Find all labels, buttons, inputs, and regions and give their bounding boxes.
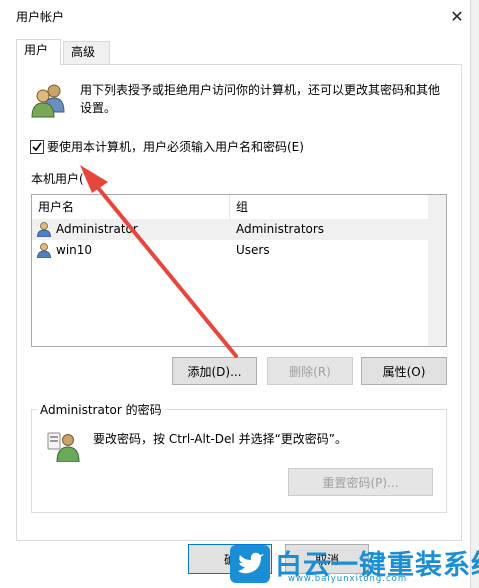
properties-button[interactable]: 属性(O) [361,357,447,385]
users-table[interactable]: 用户名 组 Administrator Administrators win10… [31,194,447,347]
twitter-bird-icon [230,545,270,583]
users-icon [30,82,68,118]
table-scrollbar[interactable] [428,195,446,346]
intro-text: 用下列表授予或拒绝用户访问你的计算机，还可以更改其密码和其他设置。 [80,83,441,115]
user-icon [36,242,52,259]
tab-users[interactable]: 用户 [16,39,61,65]
column-header-username[interactable]: 用户名 [32,195,230,219]
user-icon [36,221,52,238]
password-groupbox [31,409,447,513]
require-login-label[interactable]: 要使用本计算机，用户必须输入用户名和密码(E) [47,138,304,155]
tab-advanced[interactable]: 高级 [63,41,110,64]
title-bar [0,0,479,31]
checkmark-icon [32,142,42,152]
reset-password-button[interactable]: 重置密码(P)... [288,468,433,496]
user-group-cell: Users [236,243,270,257]
user-key-icon [46,430,80,463]
table-row[interactable]: win10 Users [32,240,428,261]
user-name-cell: Administrator [56,222,138,236]
close-icon: ✕ [450,6,464,26]
background-window-edge [470,0,479,588]
remove-button[interactable]: 删除(R) [267,357,353,385]
window-title: 用户帐户 [16,10,65,24]
require-login-checkbox[interactable] [30,140,44,154]
add-button[interactable]: 添加(D)... [172,357,257,385]
table-row[interactable]: Administrator Administrators [32,219,428,240]
password-instructions: 要改密码，按 Ctrl-Alt-Del 并选择“更改密码”。 [93,432,348,446]
local-users-label: 本机用户( [31,172,84,186]
watermark: 白云一键重装系统 www.baiyunxitong.com [230,543,479,585]
watermark-url: www.baiyunxitong.com [288,574,408,584]
column-header-group[interactable]: 组 [230,195,428,219]
password-group-title: Administrator 的密码 [37,401,165,418]
user-name-cell: win10 [56,243,93,257]
close-button[interactable]: ✕ [442,2,472,30]
user-group-cell: Administrators [236,222,325,236]
